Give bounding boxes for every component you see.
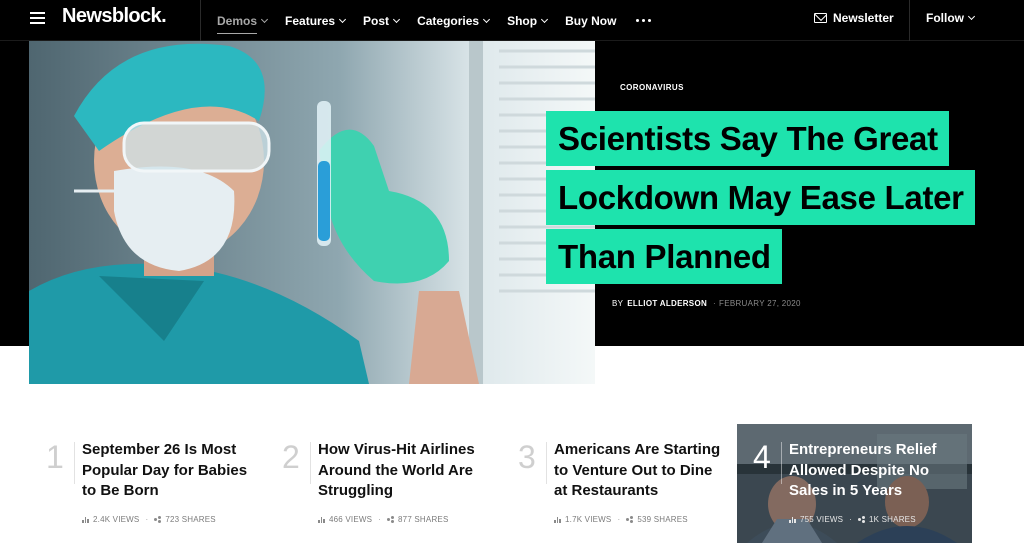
menu-item-buy-now[interactable]: Buy Now bbox=[565, 14, 616, 28]
article-number: 2 bbox=[282, 439, 300, 475]
menu-item-post[interactable]: Post bbox=[363, 14, 401, 28]
view-count: 1.7K VIEWS bbox=[565, 515, 612, 524]
menu-item-features[interactable]: Features bbox=[285, 14, 347, 28]
view-count: 2.4K VIEWS bbox=[93, 515, 140, 524]
date-separator: · bbox=[713, 299, 717, 308]
views-icon bbox=[789, 516, 796, 523]
share-icon bbox=[626, 516, 634, 523]
article-number: 4 bbox=[753, 439, 771, 475]
divider bbox=[74, 442, 75, 484]
article-number: 3 bbox=[518, 439, 536, 475]
main-menu: Demos Features Post Categories Shop Buy … bbox=[217, 0, 652, 41]
divider bbox=[781, 442, 782, 484]
article-title[interactable]: Americans Are Starting to Venture Out to… bbox=[554, 440, 724, 502]
views-icon bbox=[554, 516, 561, 523]
byline-prefix: BY bbox=[612, 299, 624, 308]
chevron-down-icon bbox=[483, 15, 491, 23]
chevron-down-icon bbox=[967, 12, 976, 20]
article-title[interactable]: Entrepreneurs Relief Allowed Despite No … bbox=[789, 440, 959, 502]
chevron-down-icon bbox=[339, 15, 347, 23]
share-count: 877 SHARES bbox=[398, 515, 449, 524]
headline-line: Lockdown May Ease Later bbox=[546, 170, 975, 225]
hamburger-menu-icon[interactable] bbox=[30, 12, 45, 24]
menu-item-categories[interactable]: Categories bbox=[417, 14, 491, 28]
hero-byline: BY ELLIOT ALDERSON · FEBRUARY 27, 2020 bbox=[612, 299, 801, 308]
follow-button[interactable]: Follow bbox=[926, 0, 976, 35]
newsletter-label: Newsletter bbox=[833, 10, 894, 25]
headline-line: Than Planned bbox=[546, 229, 782, 284]
hero-image[interactable] bbox=[29, 41, 595, 384]
mail-icon bbox=[814, 12, 827, 23]
hero-headline[interactable]: Scientists Say The Great Lockdown May Ea… bbox=[546, 111, 996, 288]
ellipsis-icon[interactable] bbox=[636, 19, 652, 22]
author-link[interactable]: ELLIOT ALDERSON bbox=[627, 299, 707, 308]
divider bbox=[546, 442, 547, 484]
article-title[interactable]: September 26 Is Most Popular Day for Bab… bbox=[82, 440, 252, 502]
article-card-featured[interactable]: 4 Entrepreneurs Relief Allowed Despite N… bbox=[737, 424, 972, 543]
share-count: 539 SHARES bbox=[637, 515, 688, 524]
newsletter-button[interactable]: Newsletter bbox=[814, 0, 894, 35]
share-icon bbox=[858, 516, 866, 523]
chevron-down-icon bbox=[541, 15, 549, 23]
publish-date: FEBRUARY 27, 2020 bbox=[719, 299, 801, 308]
views-icon bbox=[318, 516, 325, 523]
chevron-down-icon bbox=[260, 15, 269, 23]
article-number: 1 bbox=[46, 439, 64, 475]
article-meta: 2.4K VIEWS · 723 SHARES bbox=[82, 515, 216, 524]
chevron-down-icon bbox=[393, 15, 401, 23]
article-card[interactable]: 2 How Virus-Hit Airlines Around the Worl… bbox=[282, 424, 502, 544]
share-icon bbox=[387, 516, 395, 523]
views-icon bbox=[82, 516, 89, 523]
headline-line: Scientists Say The Great bbox=[546, 111, 949, 166]
view-count: 466 VIEWS bbox=[329, 515, 373, 524]
category-tag[interactable]: CORONAVIRUS bbox=[620, 83, 684, 92]
menu-item-demos[interactable]: Demos bbox=[217, 14, 269, 34]
site-logo[interactable]: Newsblock. bbox=[62, 5, 167, 28]
article-meta: 755 VIEWS · 1K SHARES bbox=[789, 515, 916, 524]
follow-label: Follow bbox=[926, 10, 964, 25]
article-meta: 1.7K VIEWS · 539 SHARES bbox=[554, 515, 688, 524]
article-card[interactable]: 3 Americans Are Starting to Venture Out … bbox=[518, 424, 738, 544]
scientist-test-tube-photo bbox=[29, 41, 595, 384]
divider bbox=[310, 442, 311, 484]
share-icon bbox=[154, 516, 162, 523]
share-count: 1K SHARES bbox=[869, 515, 916, 524]
menu-item-shop[interactable]: Shop bbox=[507, 14, 549, 28]
article-card[interactable]: 1 September 26 Is Most Popular Day for B… bbox=[46, 424, 266, 544]
article-meta: 466 VIEWS · 877 SHARES bbox=[318, 515, 449, 524]
top-nav: Newsblock. Demos Features Post Categorie… bbox=[0, 0, 1024, 41]
nav-divider bbox=[909, 0, 910, 41]
view-count: 755 VIEWS bbox=[800, 515, 844, 524]
share-count: 723 SHARES bbox=[165, 515, 216, 524]
article-title[interactable]: How Virus-Hit Airlines Around the World … bbox=[318, 440, 488, 502]
nav-divider bbox=[200, 0, 201, 41]
